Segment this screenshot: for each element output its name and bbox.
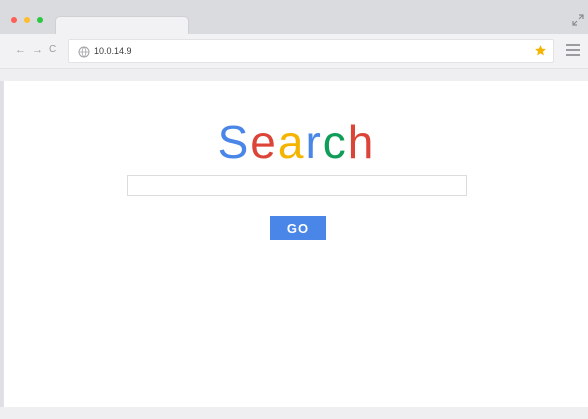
browser-tab[interactable]	[55, 16, 189, 35]
page-content: Search GO	[3, 81, 588, 407]
url-text: 10.0.14.9	[94, 46, 132, 56]
browser-toolbar: ← → C 10.0.14.9	[0, 34, 588, 69]
reload-button[interactable]: C	[49, 43, 56, 57]
back-button[interactable]: ←	[15, 43, 26, 57]
globe-icon	[78, 45, 90, 58]
zoom-window-button[interactable]	[37, 17, 43, 23]
logo-letter: e	[250, 116, 278, 168]
status-bar	[0, 407, 588, 419]
logo-letter: h	[347, 116, 376, 168]
forward-button[interactable]: →	[32, 43, 43, 57]
close-window-button[interactable]	[11, 17, 17, 23]
tab-strip	[0, 0, 588, 35]
star-icon[interactable]	[534, 44, 547, 57]
search-logo: Search	[4, 115, 588, 169]
address-bar[interactable]: 10.0.14.9	[68, 39, 554, 63]
hamburger-menu-icon[interactable]	[566, 44, 580, 56]
browser-window: ← → C 10.0.14.9 Search GO	[0, 0, 588, 419]
logo-letter: S	[217, 116, 251, 168]
expand-icon[interactable]	[572, 13, 584, 26]
go-button[interactable]: GO	[270, 216, 326, 240]
toolbar-divider	[0, 69, 588, 81]
logo-letter: r	[305, 116, 323, 168]
logo-letter: c	[322, 116, 348, 168]
search-input[interactable]	[127, 175, 467, 196]
logo-letter: a	[277, 116, 306, 168]
minimize-window-button[interactable]	[24, 17, 30, 23]
